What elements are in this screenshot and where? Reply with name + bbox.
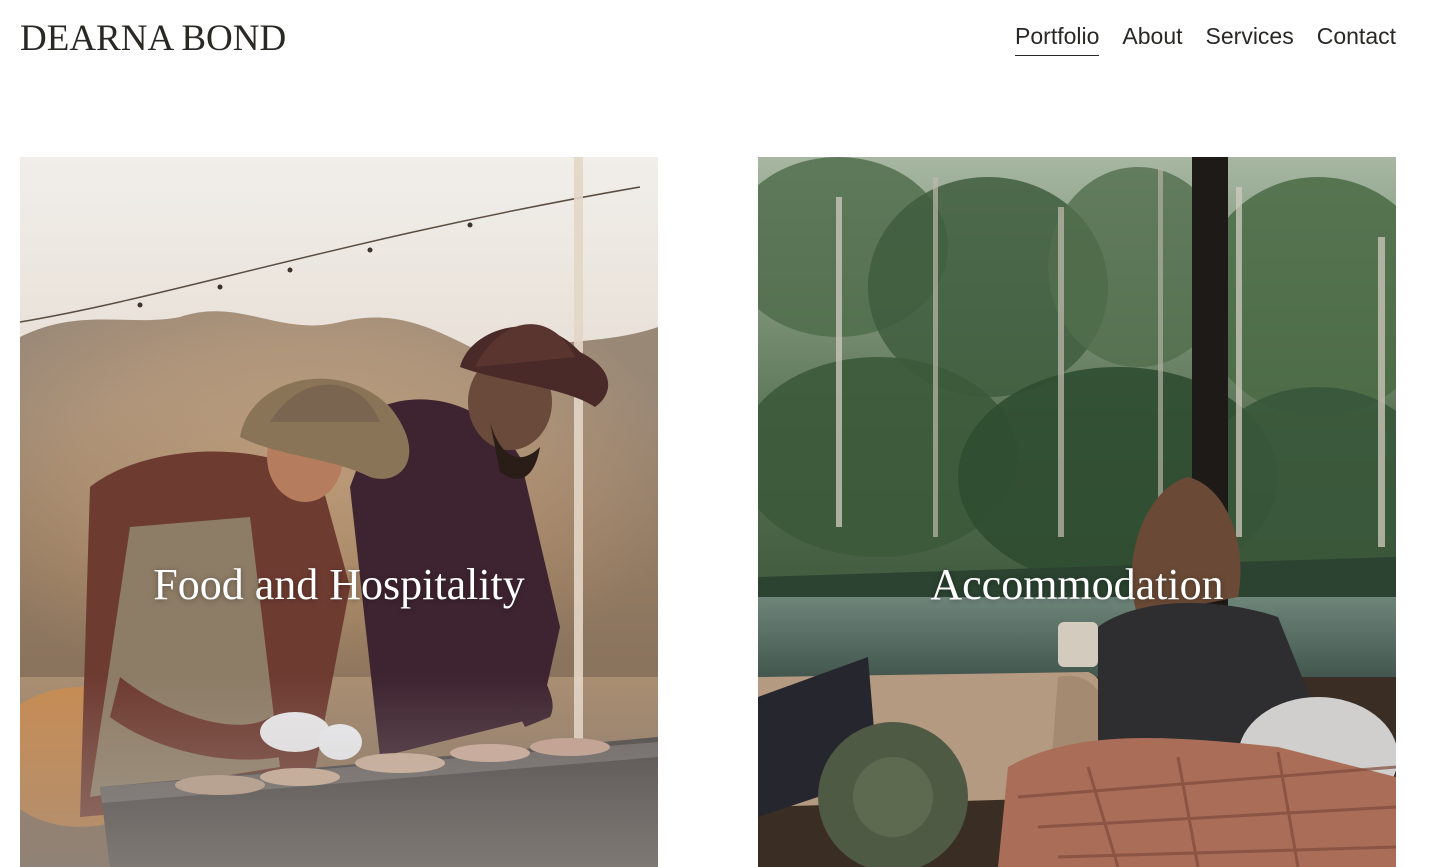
main-nav: Portfolio About Services Contact <box>1015 20 1396 56</box>
accommodation-image <box>758 157 1396 867</box>
nav-link-portfolio[interactable]: Portfolio <box>1015 20 1100 56</box>
card-title-accommodation: Accommodation <box>930 560 1224 609</box>
portfolio-grid: Food and Hospitality Accommodation <box>20 157 1396 867</box>
portfolio-card-food-and-hospitality[interactable]: Food and Hospitality <box>20 157 658 867</box>
site-header: DEARNA BOND Portfolio About Services Con… <box>0 0 1430 80</box>
site-title-link[interactable]: DEARNA BOND <box>20 16 286 62</box>
nav-link-about[interactable]: About <box>1122 20 1182 52</box>
food-hospitality-image <box>20 157 658 867</box>
nav-link-services[interactable]: Services <box>1206 20 1294 52</box>
nav-link-contact[interactable]: Contact <box>1317 20 1396 52</box>
card-title-food-and-hospitality: Food and Hospitality <box>153 560 525 609</box>
portfolio-card-accommodation[interactable]: Accommodation <box>758 157 1396 867</box>
